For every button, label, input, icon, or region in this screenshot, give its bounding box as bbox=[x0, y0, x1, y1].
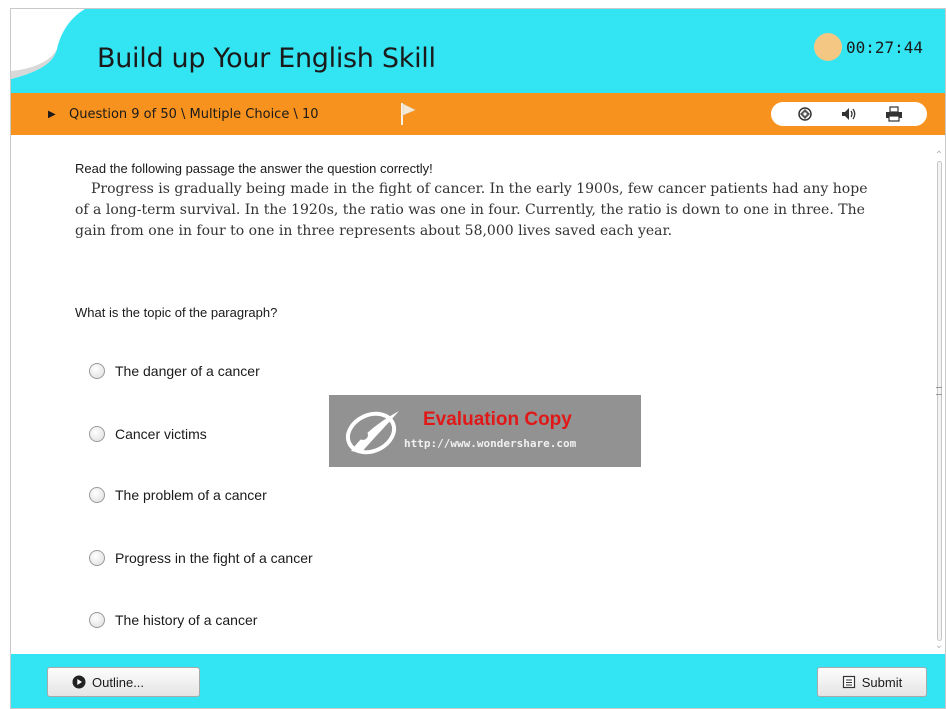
header: Build up Your English Skill 00:27:44 bbox=[11, 9, 945, 93]
evaluation-watermark: Evaluation Copy http://www.wondershare.c… bbox=[329, 395, 641, 467]
scroll-up-arrow-icon[interactable]: ⌃ bbox=[933, 151, 945, 161]
answer-option[interactable]: The history of a cancer bbox=[89, 612, 257, 628]
timer-value: 00:27:44 bbox=[845, 37, 923, 57]
document-icon bbox=[842, 675, 855, 689]
quiz-window: Build up Your English Skill 00:27:44 ▶ Q… bbox=[10, 8, 946, 709]
print-icon[interactable] bbox=[883, 104, 905, 124]
answer-option[interactable]: Progress in the fight of a cancer bbox=[89, 550, 313, 566]
answer-option-label: The history of a cancer bbox=[115, 612, 258, 628]
radio-button[interactable] bbox=[89, 612, 105, 628]
answer-option-label: The danger of a cancer bbox=[115, 363, 260, 379]
play-circle-icon bbox=[72, 675, 86, 689]
radio-button[interactable] bbox=[89, 550, 105, 566]
instruction-text: Read the following passage the answer th… bbox=[75, 161, 433, 176]
question-info: Question 9 of 50 \ Multiple Choice \ 10 bbox=[69, 107, 319, 122]
answer-option-label: Progress in the fight of a cancer bbox=[115, 550, 313, 566]
footer: Outline... Submit bbox=[11, 654, 945, 708]
radio-button[interactable] bbox=[89, 426, 105, 442]
app-title: Build up Your English Skill bbox=[97, 43, 436, 74]
question-text: What is the topic of the paragraph? bbox=[75, 305, 278, 320]
tag-icon[interactable] bbox=[794, 104, 816, 124]
answer-option[interactable]: The problem of a cancer bbox=[89, 487, 267, 503]
outline-button[interactable]: Outline... bbox=[47, 667, 200, 697]
watermark-title: Evaluation Copy bbox=[423, 409, 572, 430]
toolbar bbox=[771, 102, 927, 126]
radio-button[interactable] bbox=[89, 487, 105, 503]
arrow-right-icon: ▶ bbox=[48, 109, 56, 120]
scroll-grip-icon[interactable] bbox=[936, 387, 942, 395]
wondershare-logo-icon bbox=[345, 411, 399, 455]
reading-passage: Progress is gradually being made in the … bbox=[75, 181, 868, 239]
watermark-url: http://www.wondershare.com bbox=[404, 437, 577, 450]
submit-button-label: Submit bbox=[861, 674, 903, 690]
timer: 00:27:44 bbox=[813, 33, 923, 61]
answer-option-label: The problem of a cancer bbox=[115, 487, 267, 503]
radio-button[interactable] bbox=[89, 363, 105, 379]
answer-option[interactable]: Cancer victims bbox=[89, 426, 207, 442]
flag-icon[interactable] bbox=[399, 101, 419, 127]
scroll-down-arrow-icon[interactable]: ⌄ bbox=[933, 641, 945, 651]
page-curl-decoration bbox=[11, 9, 85, 79]
audio-icon[interactable] bbox=[838, 104, 860, 124]
question-bar: ▶ Question 9 of 50 \ Multiple Choice \ 1… bbox=[11, 93, 945, 135]
outline-button-label: Outline... bbox=[92, 674, 145, 690]
answer-option-label: Cancer victims bbox=[115, 426, 207, 442]
submit-button[interactable]: Submit bbox=[817, 667, 927, 697]
answer-option[interactable]: The danger of a cancer bbox=[89, 363, 260, 379]
vertical-scrollbar[interactable]: ⌃ ⌄ bbox=[933, 151, 945, 651]
clock-icon bbox=[813, 33, 842, 61]
scroll-track[interactable] bbox=[937, 161, 942, 641]
